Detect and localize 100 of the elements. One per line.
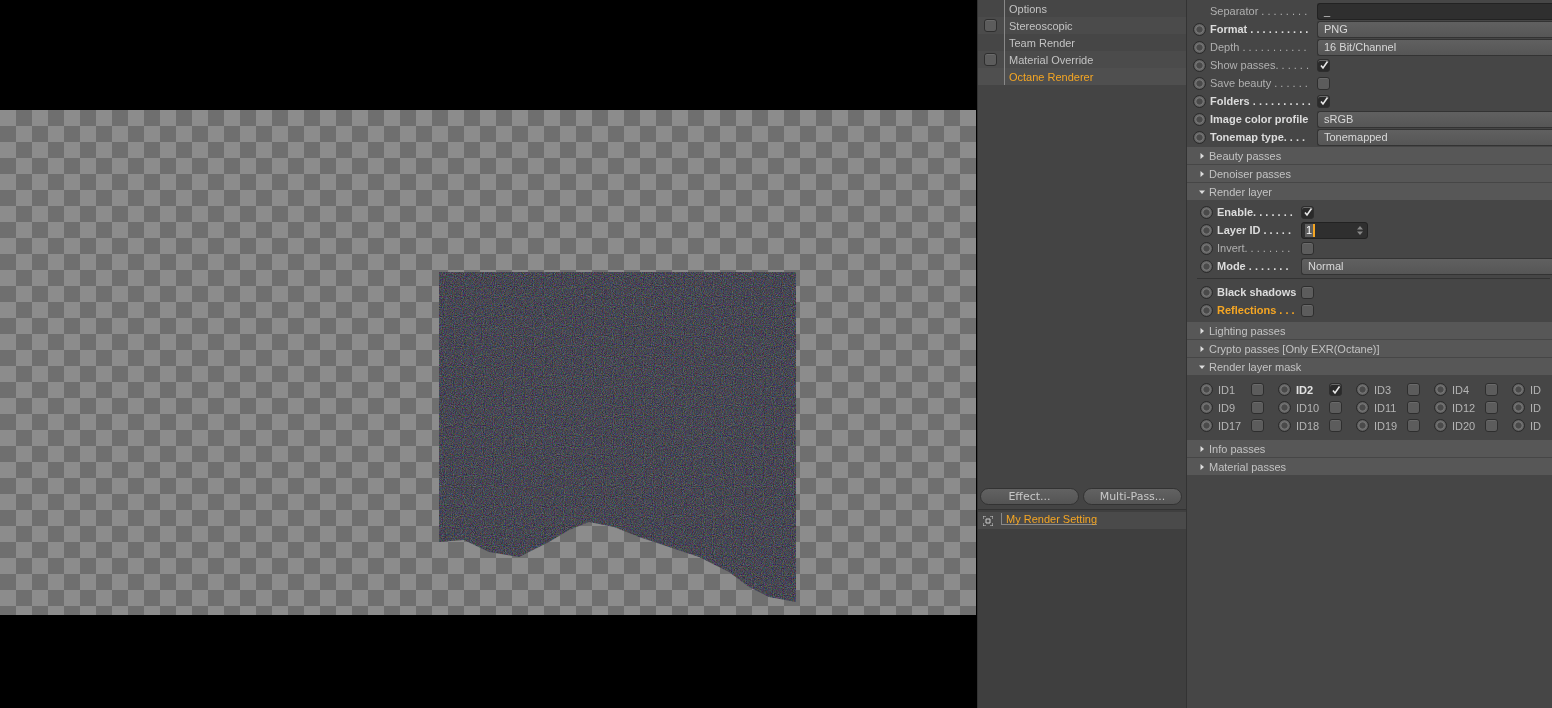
- checkbox[interactable]: [1301, 241, 1314, 255]
- checkbox[interactable]: [1329, 419, 1342, 432]
- section-header[interactable]: Beauty passes: [1187, 147, 1552, 164]
- keyframe-radio-icon[interactable]: [1200, 285, 1213, 299]
- checkbox[interactable]: [984, 19, 997, 32]
- checkbox[interactable]: [1407, 383, 1420, 396]
- keyframe-radio-icon[interactable]: [1278, 383, 1291, 396]
- checkbox[interactable]: [1485, 401, 1498, 414]
- section-title: Denoiser passes: [1209, 167, 1291, 180]
- section-title: Render layer mask: [1209, 360, 1302, 373]
- attribute-label: Show passes. . . . . .: [1210, 59, 1311, 71]
- disclosure-triangle-icon[interactable]: [1199, 152, 1205, 159]
- section-header[interactable]: Material passes: [1187, 458, 1552, 475]
- checkbox[interactable]: [1251, 419, 1264, 432]
- tree-row[interactable]: Octane Renderer: [978, 68, 1186, 85]
- keyframe-radio-icon[interactable]: [1200, 401, 1213, 414]
- dropdown[interactable]: PNG: [1317, 20, 1552, 38]
- checkbox[interactable]: [1317, 58, 1330, 72]
- dropdown[interactable]: Tonemapped: [1317, 128, 1552, 146]
- mask-id-label: ID17: [1218, 419, 1243, 432]
- checkbox[interactable]: [1301, 303, 1314, 317]
- checkbox[interactable]: [1329, 401, 1342, 414]
- attribute-label: Format . . . . . . . . . .: [1210, 23, 1310, 35]
- keyframe-radio-icon[interactable]: [1200, 205, 1213, 219]
- checkbox[interactable]: [1301, 205, 1314, 219]
- disclosure-triangle-icon[interactable]: [1199, 445, 1205, 452]
- text-field[interactable]: _: [1317, 2, 1552, 20]
- mask-id-label: ID11: [1374, 401, 1398, 414]
- keyframe-radio-icon[interactable]: [1434, 401, 1447, 414]
- mask-id-label: ID20: [1452, 419, 1477, 432]
- attribute-label: Reflections . . .: [1217, 304, 1296, 316]
- tree-item[interactable]: Octane Renderer: [1004, 68, 1094, 85]
- keyframe-radio-icon[interactable]: [1193, 58, 1206, 72]
- section-title: Crypto passes [Only EXR(Octane)]: [1209, 342, 1380, 355]
- mask-id-label: ID4: [1452, 383, 1471, 396]
- focus-frame-icon[interactable]: [983, 515, 993, 526]
- checkbox[interactable]: [1251, 401, 1264, 414]
- checkbox[interactable]: [1317, 94, 1330, 108]
- disclosure-triangle-icon[interactable]: [1199, 345, 1205, 352]
- keyframe-radio-icon[interactable]: [1200, 241, 1213, 255]
- attribute-label: Separator . . . . . . . .: [1210, 5, 1309, 17]
- checkbox[interactable]: [1485, 419, 1498, 432]
- checkbox[interactable]: [1407, 419, 1420, 432]
- keyframe-radio-icon[interactable]: [1200, 303, 1213, 317]
- keyframe-radio-icon[interactable]: [1512, 419, 1525, 432]
- checkbox[interactable]: [1485, 383, 1498, 396]
- checkbox[interactable]: [1329, 383, 1342, 396]
- disclosure-triangle-icon[interactable]: [1199, 327, 1205, 334]
- disclosure-triangle-icon[interactable]: [1199, 188, 1205, 195]
- keyframe-radio-icon[interactable]: [1278, 401, 1291, 414]
- keyframe-radio-icon[interactable]: [1512, 383, 1525, 396]
- mask-id-label: ID: [1530, 401, 1542, 414]
- panel-button[interactable]: Multi-Pass...: [1083, 488, 1182, 505]
- attribute-label: Mode . . . . . . .: [1217, 260, 1290, 272]
- disclosure-triangle-icon[interactable]: [1199, 363, 1205, 370]
- keyframe-radio-icon[interactable]: [1193, 112, 1206, 126]
- keyframe-radio-icon[interactable]: [1278, 419, 1291, 432]
- mask-id-label: ID9: [1218, 401, 1237, 414]
- attribute-label: Invert. . . . . . . .: [1217, 242, 1292, 254]
- mask-id-label: ID18: [1296, 419, 1321, 432]
- section-header[interactable]: Denoiser passes: [1187, 165, 1552, 182]
- keyframe-radio-icon[interactable]: [1200, 223, 1213, 237]
- mask-id-label: ID: [1530, 383, 1542, 396]
- keyframe-radio-icon[interactable]: [1434, 383, 1447, 396]
- checkbox[interactable]: [1407, 401, 1420, 414]
- section-header[interactable]: Lighting passes: [1187, 322, 1552, 339]
- keyframe-radio-icon[interactable]: [1193, 94, 1206, 108]
- section-header[interactable]: Render layer: [1187, 183, 1552, 200]
- keyframe-radio-icon[interactable]: [1193, 22, 1206, 36]
- keyframe-radio-icon[interactable]: [1193, 130, 1206, 144]
- keyframe-radio-icon[interactable]: [1356, 383, 1369, 396]
- section-title: Info passes: [1209, 442, 1266, 455]
- attribute-label: Layer ID . . . . .: [1217, 224, 1292, 236]
- checkbox[interactable]: [984, 53, 997, 66]
- keyframe-radio-icon[interactable]: [1193, 40, 1206, 54]
- keyframe-radio-icon[interactable]: [1512, 401, 1525, 414]
- keyframe-radio-icon[interactable]: [1200, 419, 1213, 432]
- dropdown[interactable]: 16 Bit/Channel: [1317, 38, 1552, 56]
- keyframe-radio-icon[interactable]: [1200, 383, 1213, 396]
- keyframe-radio-icon[interactable]: [1434, 419, 1447, 432]
- mask-id-label: ID2: [1296, 383, 1315, 396]
- checkbox[interactable]: [1301, 285, 1314, 299]
- keyframe-radio-icon[interactable]: [1356, 419, 1369, 432]
- checkbox[interactable]: [1317, 76, 1330, 90]
- section-header[interactable]: Render layer mask: [1187, 358, 1552, 375]
- keyframe-radio-icon[interactable]: [1193, 76, 1206, 90]
- section-header[interactable]: Info passes: [1187, 440, 1552, 457]
- section-title: Beauty passes: [1209, 149, 1282, 162]
- checkbox[interactable]: [1251, 383, 1264, 396]
- keyframe-radio-icon[interactable]: [1200, 259, 1213, 273]
- dropdown[interactable]: Normal: [1301, 257, 1552, 275]
- dropdown[interactable]: sRGB: [1317, 110, 1552, 128]
- disclosure-triangle-icon[interactable]: [1199, 463, 1205, 470]
- panel-button[interactable]: Effect...: [980, 488, 1079, 505]
- spinner-arrows-icon[interactable]: [1357, 225, 1363, 235]
- attribute-label: Save beauty . . . . . .: [1210, 77, 1309, 89]
- section-header[interactable]: Crypto passes [Only EXR(Octane)]: [1187, 340, 1552, 357]
- disclosure-triangle-icon[interactable]: [1199, 170, 1205, 177]
- keyframe-radio-icon[interactable]: [1356, 401, 1369, 414]
- number-field[interactable]: 1: [1301, 221, 1368, 239]
